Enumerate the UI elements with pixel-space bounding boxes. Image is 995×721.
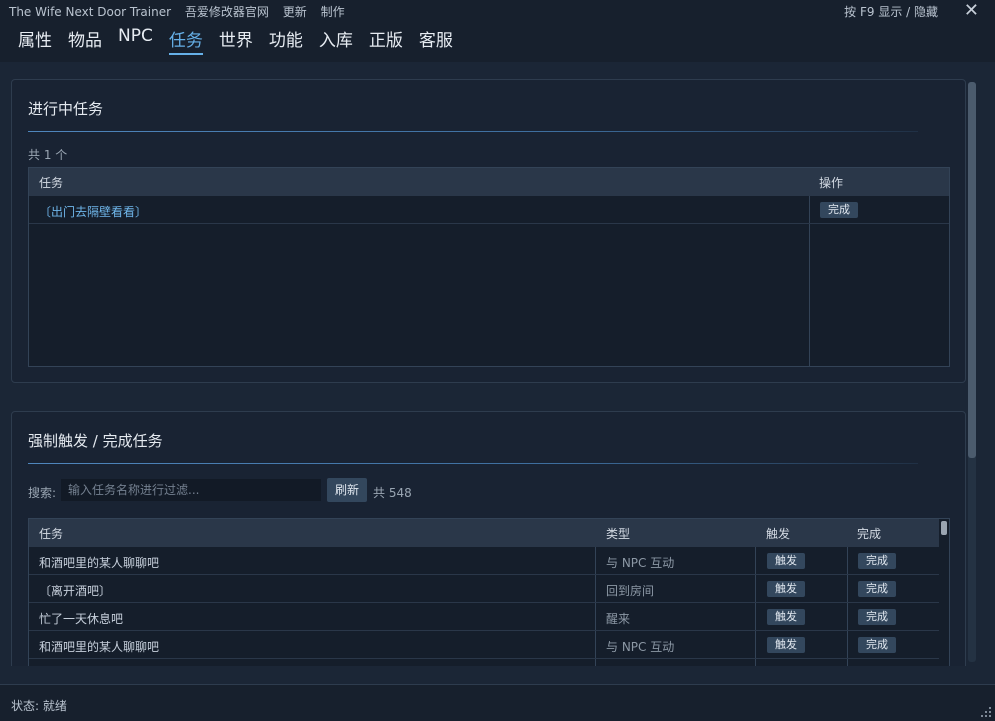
table-row[interactable]: 和酒吧里的某人聊聊吧 与 NPC 互动 触发 完成 [29, 547, 939, 575]
trigger-button[interactable]: 触发 [767, 637, 805, 653]
panel-title: 强制触发 / 完成任务 [28, 432, 163, 450]
status-text: 状态: 就绪 [11, 699, 67, 713]
title-divider [28, 463, 918, 464]
complete-button[interactable]: 完成 [858, 609, 896, 625]
status-bar: 状态: 就绪 [0, 684, 995, 721]
tab-support[interactable]: 客服 [419, 26, 453, 55]
title-bar: The Wife Next Door Trainer 吾爱修改器官网 更新 制作… [0, 0, 995, 62]
table-row[interactable]: 忙了一天休息吧 醒来 触发 完成 [29, 603, 939, 631]
table-header: 任务 操作 [29, 168, 949, 196]
total-count: 共 548 [373, 486, 412, 500]
task-name[interactable]: 〔出门去隔壁看看〕 [39, 203, 147, 220]
tab-attributes[interactable]: 属性 [18, 26, 52, 55]
resize-grip-icon[interactable] [981, 707, 991, 717]
task-type: 与 NPC 互动 [606, 640, 675, 654]
complete-button[interactable]: 完成 [820, 202, 858, 218]
tab-storage[interactable]: 入库 [319, 26, 353, 55]
table-row[interactable]: 〔出门去隔壁看看〕 完成 [29, 196, 949, 224]
tab-functions[interactable]: 功能 [269, 26, 303, 55]
header-complete: 完成 [857, 527, 882, 541]
complete-button[interactable]: 完成 [858, 581, 896, 597]
app-title-row: The Wife Next Door Trainer 吾爱修改器官网 更新 制作 [9, 3, 355, 20]
menu-credits[interactable]: 制作 [321, 5, 345, 19]
task-name: 和酒吧里的某人聊聊吧 [39, 640, 160, 654]
task-type: 回到房间 [606, 584, 655, 598]
tab-items[interactable]: 物品 [68, 26, 102, 55]
header-action: 操作 [819, 176, 844, 190]
page-scrollbar[interactable] [968, 82, 976, 662]
ongoing-quests-panel: 进行中任务 共 1 个 任务 操作 〔出门去隔壁看看〕 完成 [11, 79, 966, 383]
task-name: 〔离开酒吧〕 [39, 584, 112, 598]
table-row[interactable]: 和酒吧里的某人聊聊吧 与 NPC 互动 触发 完成 [29, 631, 939, 659]
header-type: 类型 [606, 527, 631, 541]
header-trigger: 触发 [766, 527, 791, 541]
tab-world[interactable]: 世界 [219, 26, 253, 55]
trigger-button[interactable]: 触发 [767, 581, 805, 597]
header-task: 任务 [39, 527, 64, 541]
complete-button[interactable]: 完成 [858, 553, 896, 569]
quest-count: 共 1 个 [28, 148, 68, 162]
search-label: 搜索: [28, 486, 57, 500]
task-type: 与 NPC 互动 [606, 556, 675, 570]
main-content: 进行中任务 共 1 个 任务 操作 〔出门去隔壁看看〕 完成 强制触发 / 完成… [0, 62, 995, 666]
trigger-button[interactable]: 触发 [767, 609, 805, 625]
tab-license[interactable]: 正版 [369, 26, 403, 55]
trigger-button[interactable]: 触发 [767, 553, 805, 569]
close-icon[interactable]: ✕ [964, 1, 979, 21]
tab-npc[interactable]: NPC [118, 26, 153, 55]
table-scrollbar[interactable] [941, 521, 947, 535]
tab-quests[interactable]: 任务 [168, 26, 203, 55]
tab-bar: 属性 物品 NPC 任务 世界 功能 入库 正版 客服 [18, 26, 469, 55]
menu-official-site[interactable]: 吾爱修改器官网 [185, 5, 269, 19]
search-input[interactable] [61, 479, 321, 501]
panel-title: 进行中任务 [28, 100, 104, 118]
all-quests-table: 任务 类型 触发 完成 和酒吧里的某人聊聊吧 与 NPC 互动 触发 完成 〔离… [28, 518, 950, 666]
force-quests-panel: 强制触发 / 完成任务 搜索: 刷新 共 548 任务 类型 触发 完成 和酒吧… [11, 411, 966, 666]
menu-update[interactable]: 更新 [283, 5, 307, 19]
task-type: 醒来 [606, 612, 631, 626]
table-row[interactable]: 〔离开酒吧〕 回到房间 触发 完成 [29, 575, 939, 603]
complete-button[interactable]: 完成 [858, 637, 896, 653]
title-divider [28, 131, 918, 132]
task-name: 和酒吧里的某人聊聊吧 [39, 556, 160, 570]
header-task: 任务 [39, 176, 64, 190]
hotkey-hint: 按 F9 显示 / 隐藏 [844, 5, 938, 19]
ongoing-quests-table: 任务 操作 〔出门去隔壁看看〕 完成 [28, 167, 950, 367]
task-name: 忙了一天休息吧 [39, 612, 124, 626]
app-title: The Wife Next Door Trainer [9, 5, 172, 19]
refresh-button[interactable]: 刷新 [327, 478, 367, 502]
table-header: 任务 类型 触发 完成 [29, 519, 939, 547]
page-scrollbar-thumb[interactable] [968, 82, 976, 458]
